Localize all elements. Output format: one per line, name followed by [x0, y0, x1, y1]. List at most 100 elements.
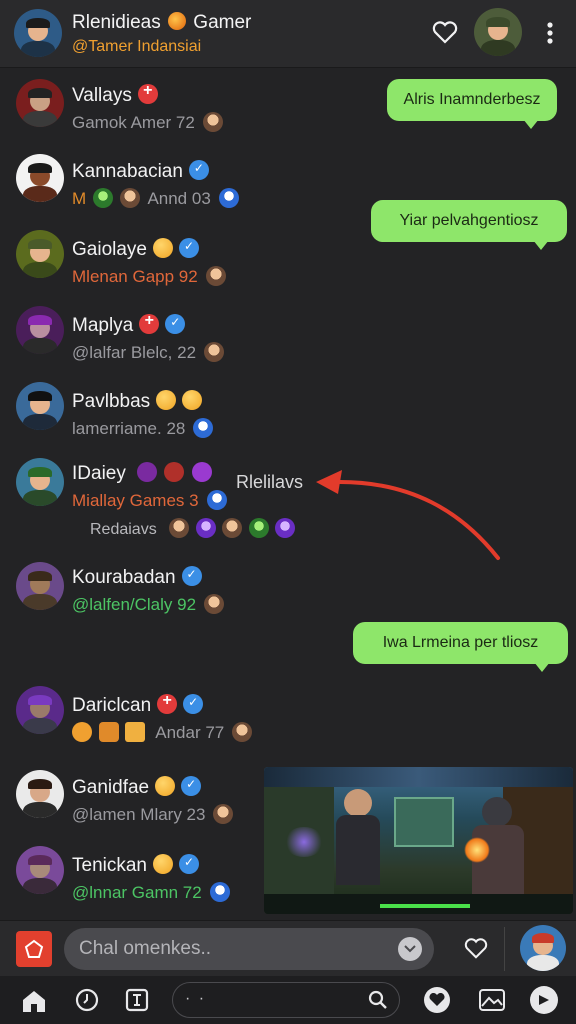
contact-status: Miallay Games 3 [72, 490, 227, 511]
clock-icon[interactable] [74, 987, 100, 1013]
header-subtitle: @Tamer Indansiai [72, 38, 202, 55]
search-bar[interactable]: · · [172, 982, 400, 1018]
contact-status: @lamen Mlary 23 [72, 804, 234, 825]
gallery-icon[interactable] [478, 987, 506, 1013]
mini-avatar-icon [232, 722, 253, 742]
text-box-icon[interactable] [124, 987, 150, 1013]
mini-avatar-icon [204, 594, 225, 614]
mini-avatar-icon [209, 882, 230, 902]
verified-icon [179, 238, 199, 258]
list-item[interactable]: Vallays Gamok Amer 72 [0, 79, 360, 154]
contact-status: @lalfen/Claly 92 [72, 594, 225, 615]
game-emoji-icon [164, 462, 185, 482]
sticker-icon[interactable] [16, 931, 52, 967]
fire-icon [168, 12, 187, 30]
verified-icon [181, 566, 202, 586]
emoji-icon [72, 722, 92, 742]
list-item[interactable]: Kourabadan @lalfen/Claly 92 [0, 562, 360, 636]
message-bubble[interactable]: Yiar pelvahgentiosz [371, 200, 567, 250]
contact-name: Vallays [72, 82, 158, 107]
verified-icon [181, 776, 202, 796]
reaction-icon [274, 518, 295, 538]
avatar [16, 306, 64, 354]
contact-status: lamerriame. 28 [72, 418, 214, 439]
chat-input[interactable]: Chal omenkes.. [64, 928, 434, 970]
profile-avatar[interactable] [474, 8, 522, 56]
mini-avatar-icon [205, 266, 226, 286]
header-avatar[interactable] [14, 9, 62, 57]
avatar [16, 770, 64, 818]
message-bubble[interactable]: Alris Inamnderbesz [387, 79, 557, 129]
smile-emoji-icon [182, 390, 203, 410]
contact-name: Tenickan [72, 854, 199, 877]
home-icon[interactable] [20, 988, 48, 1014]
emoji-icon [119, 188, 140, 208]
avatar [16, 562, 64, 610]
list-item[interactable]: Pavlbbas lamerriame. 28 [0, 382, 360, 460]
contact-name: Kourabadan [72, 566, 202, 589]
shield-heart-icon[interactable] [424, 987, 450, 1013]
mini-avatar-icon [218, 188, 239, 208]
contact-status: Mlenan Gapp 92 [72, 266, 226, 287]
avatar [16, 382, 64, 430]
smile-emoji-icon [156, 390, 177, 410]
contact-name: Ganidfae [72, 776, 202, 799]
game-screenshot-image[interactable] [264, 767, 573, 914]
header-title: Rlenidieas Gamer [72, 12, 252, 33]
contact-name: Dariclcan [72, 692, 204, 717]
alert-badge-icon [139, 312, 160, 334]
avatar [16, 458, 64, 506]
game-emoji-icon [191, 462, 212, 482]
contact-status: M Annd 03 [72, 188, 239, 209]
reaction-icon [248, 518, 269, 538]
alert-badge-icon [157, 692, 178, 714]
mini-avatar-icon [202, 112, 223, 132]
message-bubble[interactable]: Iwa Lrmeina per tliosz [353, 622, 568, 672]
contact-name: Pavlbbas [72, 390, 203, 413]
more-vertical-icon[interactable] [538, 18, 562, 48]
verified-icon [179, 854, 199, 874]
user-avatar[interactable] [520, 925, 566, 971]
game-controller-icon[interactable] [530, 986, 558, 1014]
contact-status: @lnnar Gamn 72 [72, 882, 230, 903]
chevron-down-icon[interactable] [398, 937, 422, 961]
avatar [16, 154, 64, 202]
smile-emoji-icon [153, 854, 173, 874]
divider [504, 927, 505, 971]
avatar [16, 79, 64, 127]
chat-header: Rlenidieas Gamer @Tamer Indansiai [0, 0, 576, 68]
contact-name: IDaiey [72, 462, 212, 485]
list-item[interactable]: Dariclcan Andar 77 [0, 686, 360, 764]
emoji-icon [125, 722, 146, 742]
emoji-icon [92, 188, 113, 208]
mini-avatar-icon [204, 342, 225, 362]
verified-icon [165, 314, 186, 334]
verified-icon [183, 694, 204, 714]
emoji-icon [98, 722, 119, 742]
heart-icon[interactable] [462, 935, 490, 963]
contact-name: Kannabacian [72, 160, 209, 183]
list-item[interactable]: Kannabacian M Annd 03 [0, 154, 360, 230]
annotation-arrow-icon [316, 470, 500, 560]
reaction-icon [169, 518, 190, 538]
heart-icon[interactable] [430, 18, 460, 48]
contact-status: Andar 77 [72, 722, 253, 743]
avatar [16, 846, 64, 894]
avatar [16, 230, 64, 278]
reaction-icon [222, 518, 243, 538]
mini-avatar-icon [206, 490, 227, 510]
verified-icon [188, 160, 209, 180]
game-emoji-icon [137, 462, 158, 482]
reaction-row: Redaiavs [90, 518, 295, 539]
list-item[interactable]: Maplya @lalfar Blelc, 22 [0, 306, 360, 384]
contact-status: Gamok Amer 72 [72, 112, 223, 133]
list-item[interactable]: Gaiolaye Mlenan Gapp 92 [0, 230, 360, 308]
contact-name: Gaiolaye [72, 238, 199, 261]
search-icon[interactable] [367, 989, 389, 1011]
annotation-label: Rlelilavs [236, 472, 304, 492]
alert-badge-icon [137, 82, 158, 104]
mini-avatar-icon [213, 804, 234, 824]
reaction-icon [195, 518, 216, 538]
avatar [16, 686, 64, 734]
contact-name: Maplya [72, 312, 186, 337]
